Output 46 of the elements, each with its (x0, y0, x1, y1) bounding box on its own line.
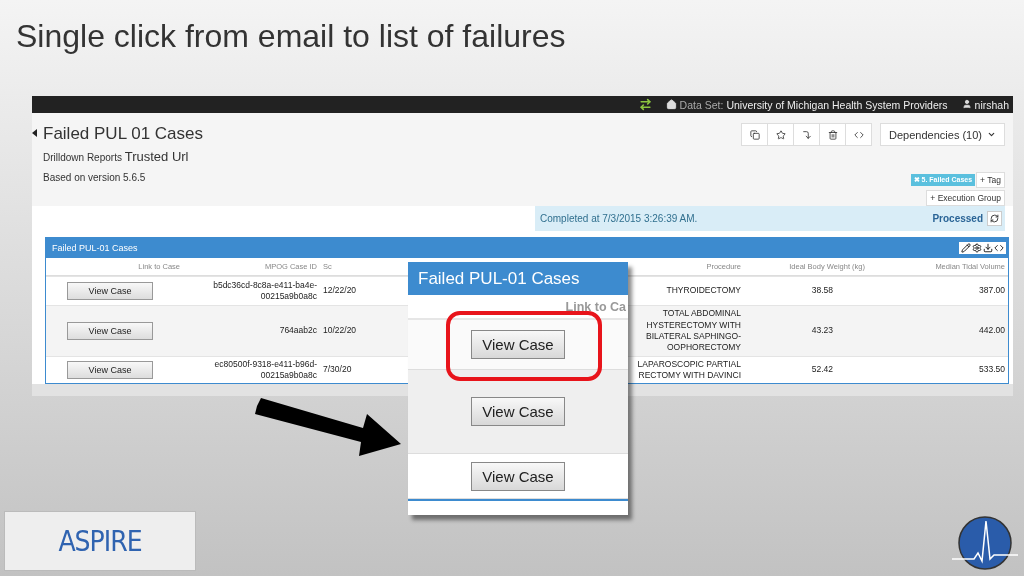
down-arrow-button[interactable] (793, 123, 821, 146)
view-case-button[interactable]: View Case (471, 396, 565, 426)
view-case-button[interactable]: View Case (67, 282, 153, 300)
slide-title: Single click from email to list of failures (15, 17, 567, 56)
code-icon (853, 129, 864, 140)
report-title: Failed PUL 01 Cases (43, 124, 203, 144)
caret-icon (987, 130, 996, 139)
table-cell: TOTAL ABDOMINAL HYSTERECTOMY WITH BILATERAL SAPHINGO- OOPHORECTOMY (628, 305, 744, 356)
code-icon[interactable] (994, 243, 1004, 253)
copy-button[interactable] (741, 123, 769, 146)
edit-icon[interactable] (961, 243, 971, 253)
switch-icon[interactable] (638, 98, 652, 111)
status-text: Completed at 7/3/2015 3:26:39 AM. (540, 213, 698, 224)
execution-group-button[interactable]: + Execution Group (926, 190, 1005, 206)
data-set-name: University of Michigan Health System Providers (726, 98, 948, 111)
user-icon (961, 98, 972, 109)
copy-icon (749, 129, 760, 140)
breadcrumb: Drilldown Reports Trusted Url (43, 149, 190, 164)
user-name[interactable]: nirshah (974, 98, 1009, 111)
star-icon (775, 129, 786, 140)
version-text: Based on version 5.6.5 (43, 172, 147, 183)
table-cell: 43.23 (744, 305, 868, 356)
delete-button[interactable] (819, 123, 847, 146)
table-cell: 442.00 (868, 305, 1008, 356)
dependencies-dropdown[interactable]: Dependencies (10) (880, 123, 1005, 146)
trash-icon (827, 129, 838, 140)
data-set-label: Data Set: (679, 98, 724, 111)
collapse-icon[interactable] (32, 129, 37, 137)
down-arrow-icon (801, 129, 812, 140)
view-case-button[interactable]: View Case (67, 361, 153, 379)
callout-title: Failed PUL-01 Cases (408, 262, 628, 296)
state-text: Processed (932, 213, 983, 224)
settings-icon[interactable] (972, 243, 982, 253)
panel-title: Failed PUL-01 Cases (52, 243, 138, 253)
view-case-button[interactable]: View Case (67, 322, 153, 340)
aspire-logo: ASPIRE (4, 511, 196, 571)
star-button[interactable] (767, 123, 795, 146)
view-case-button[interactable]: View Case (471, 330, 565, 360)
heartbeat-logo (950, 515, 1020, 573)
view-case-button[interactable]: View Case (471, 461, 565, 491)
home-icon[interactable] (665, 98, 677, 110)
download-icon[interactable] (983, 243, 993, 253)
table-cell: 764aab2c (183, 305, 320, 356)
refresh-button[interactable] (987, 211, 1002, 226)
add-tag-button[interactable]: + Tag (976, 172, 1005, 188)
table-cell: 10/22/20 (320, 305, 410, 356)
